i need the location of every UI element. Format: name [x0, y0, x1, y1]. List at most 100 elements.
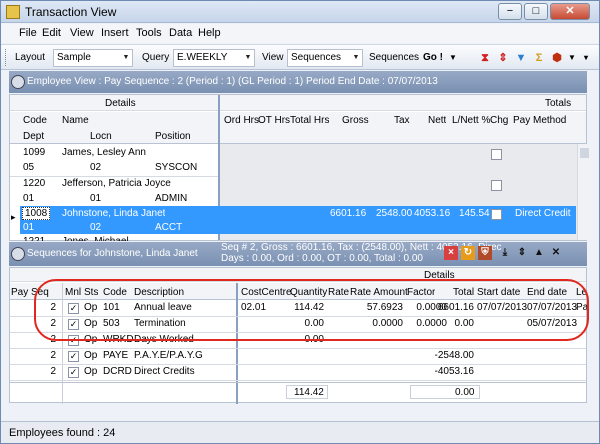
- seq-row3-total[interactable]: -2548.00: [414, 350, 474, 361]
- seq-row0-desc[interactable]: Annual leave: [134, 302, 192, 313]
- row1-dept[interactable]: 01: [23, 193, 34, 204]
- query-select[interactable]: E.WEEKLY ▼: [173, 49, 255, 67]
- seq-row3-sts[interactable]: Op: [84, 350, 97, 361]
- row0-position[interactable]: SYSCON: [155, 162, 197, 173]
- seq-row2-mnl-checkbox[interactable]: ✓: [68, 335, 79, 346]
- seq-row4-desc[interactable]: Direct Credits: [134, 366, 195, 377]
- row0-locn[interactable]: 02: [90, 162, 101, 173]
- seq-row4-seq[interactable]: 2: [1, 366, 56, 377]
- column-total-hrs[interactable]: Total Hrs: [290, 115, 329, 126]
- column-mnl[interactable]: Mnl: [65, 287, 81, 298]
- row2-tax[interactable]: 2548.00: [376, 208, 412, 219]
- row2-code[interactable]: 1008: [22, 207, 51, 220]
- row1-chg-checkbox[interactable]: [491, 180, 502, 191]
- column-total[interactable]: Total: [453, 287, 474, 298]
- delete-icon[interactable]: ×: [444, 246, 458, 260]
- column-chg[interactable]: Chg: [490, 115, 508, 126]
- column-costcentre[interactable]: CostCentre: [241, 287, 292, 298]
- scrollbar-thumb[interactable]: [580, 148, 589, 158]
- seq-row3-seq[interactable]: 2: [1, 350, 56, 361]
- seq-row0-mnl-checkbox[interactable]: ✓: [68, 303, 79, 314]
- seq-row4-total[interactable]: -4053.16: [414, 366, 474, 377]
- hourglass-icon[interactable]: ⧗: [478, 51, 492, 65]
- column-factor[interactable]: Factor: [407, 287, 435, 298]
- row2-dept[interactable]: 01: [23, 222, 34, 233]
- column-l-nett-pct[interactable]: L/Nett %: [452, 115, 490, 126]
- seq-row3-code[interactable]: PAYE: [103, 350, 128, 361]
- seq-row0-seq[interactable]: 2: [1, 302, 56, 313]
- row1-name[interactable]: Jefferson, Patricia Joyce: [62, 178, 171, 189]
- row2-locn[interactable]: 02: [90, 222, 101, 233]
- seq-row2-qty[interactable]: 0.00: [264, 334, 324, 345]
- column-description[interactable]: Description: [134, 287, 184, 298]
- seq-row4-code[interactable]: DCRD: [103, 366, 132, 377]
- toolbar-options-icon[interactable]: ▾: [579, 51, 593, 65]
- menu-tools[interactable]: Tools: [136, 27, 162, 39]
- column-code[interactable]: Code: [23, 115, 47, 126]
- seq-row2-sts[interactable]: Op: [84, 334, 97, 345]
- toolbar-overflow-icon[interactable]: ▼: [446, 51, 460, 65]
- row1-code[interactable]: 1220: [23, 178, 45, 189]
- seq-row4-sts[interactable]: Op: [84, 366, 97, 377]
- column-nett[interactable]: Nett: [428, 115, 446, 126]
- expand-icon[interactable]: ⇕: [515, 246, 529, 260]
- column-ot-hrs[interactable]: OT Hrs: [258, 115, 290, 126]
- column-ord-hrs[interactable]: Ord Hrs: [224, 115, 259, 126]
- column-pay-seq[interactable]: Pay Seq: [11, 287, 49, 298]
- seq-row2-desc[interactable]: Days Worked: [134, 334, 194, 345]
- row0-name[interactable]: James, Lesley Ann: [62, 147, 146, 158]
- lock-icon[interactable]: ⛨: [478, 246, 492, 260]
- row2-nett[interactable]: 4053.16: [414, 208, 450, 219]
- seq-row1-qty[interactable]: 0.00: [264, 318, 324, 329]
- row1-position[interactable]: ADMIN: [155, 193, 187, 204]
- close-panel-icon[interactable]: ✕: [549, 246, 563, 260]
- sequences-button[interactable]: Sequences: [369, 52, 419, 63]
- seq-row0-start[interactable]: 07/07/2013: [477, 302, 527, 313]
- seq-row0-cc[interactable]: 02.01: [241, 302, 266, 313]
- column-rate[interactable]: Rate: [328, 287, 349, 298]
- collapse-up-icon[interactable]: ▲: [532, 246, 546, 260]
- row0-code[interactable]: 1099: [23, 147, 45, 158]
- column-quantity[interactable]: Quantity: [290, 287, 327, 298]
- maximize-button[interactable]: □: [524, 3, 548, 20]
- column-start-date[interactable]: Start date: [477, 287, 520, 298]
- seq-row3-mnl-checkbox[interactable]: ✓: [68, 351, 79, 362]
- column-position[interactable]: Position: [155, 131, 191, 142]
- seq-row1-total[interactable]: 0.00: [414, 318, 474, 329]
- seq-row2-seq[interactable]: 2: [1, 334, 56, 345]
- seq-row0-le[interactable]: Pa: [576, 302, 588, 313]
- seq-row1-sts[interactable]: Op: [84, 318, 97, 329]
- sum-icon[interactable]: Σ: [532, 51, 546, 65]
- column-locn[interactable]: Locn: [90, 131, 112, 142]
- export-dropdown-icon[interactable]: ▼: [565, 51, 579, 65]
- menu-insert[interactable]: Insert: [101, 27, 129, 39]
- go-button[interactable]: Go !: [423, 52, 443, 63]
- row1-locn[interactable]: 01: [90, 193, 101, 204]
- column-pay-method[interactable]: Pay Method: [513, 115, 566, 126]
- seq-row1-end[interactable]: 05/07/2013: [527, 318, 577, 329]
- row2-name[interactable]: Johnstone, Linda Janet: [62, 208, 165, 219]
- seq-row3-desc[interactable]: P.A.Y.E/P.A.Y.G: [134, 350, 203, 361]
- row0-chg-checkbox[interactable]: [491, 149, 502, 160]
- seq-row1-desc[interactable]: Termination: [134, 318, 186, 329]
- menu-data[interactable]: Data: [169, 27, 192, 39]
- row2-pay-method[interactable]: Direct Credit: [515, 208, 571, 219]
- row2-chg-checkbox[interactable]: [491, 209, 502, 220]
- column-name[interactable]: Name: [62, 115, 89, 126]
- seq-row1-code[interactable]: 503: [103, 318, 120, 329]
- filter-icon[interactable]: ▼: [514, 51, 528, 65]
- column-code[interactable]: Code: [103, 287, 127, 298]
- column-le[interactable]: Le: [576, 287, 587, 298]
- seq-row4-mnl-checkbox[interactable]: ✓: [68, 367, 79, 378]
- seq-row1-mnl-checkbox[interactable]: ✓: [68, 319, 79, 330]
- menu-view[interactable]: View: [70, 27, 94, 39]
- seq-row0-qty[interactable]: 114.42: [264, 302, 324, 313]
- seq-row0-code[interactable]: 101: [103, 302, 120, 313]
- menu-edit[interactable]: Edit: [42, 27, 61, 39]
- minimize-button[interactable]: −: [498, 3, 522, 20]
- refresh-icon[interactable]: ↻: [461, 246, 475, 260]
- row2-l-nett-pct[interactable]: 145.54: [459, 208, 490, 219]
- column-end-date[interactable]: End date: [527, 287, 567, 298]
- menu-help[interactable]: Help: [198, 27, 221, 39]
- seq-row1-seq[interactable]: 2: [1, 318, 56, 329]
